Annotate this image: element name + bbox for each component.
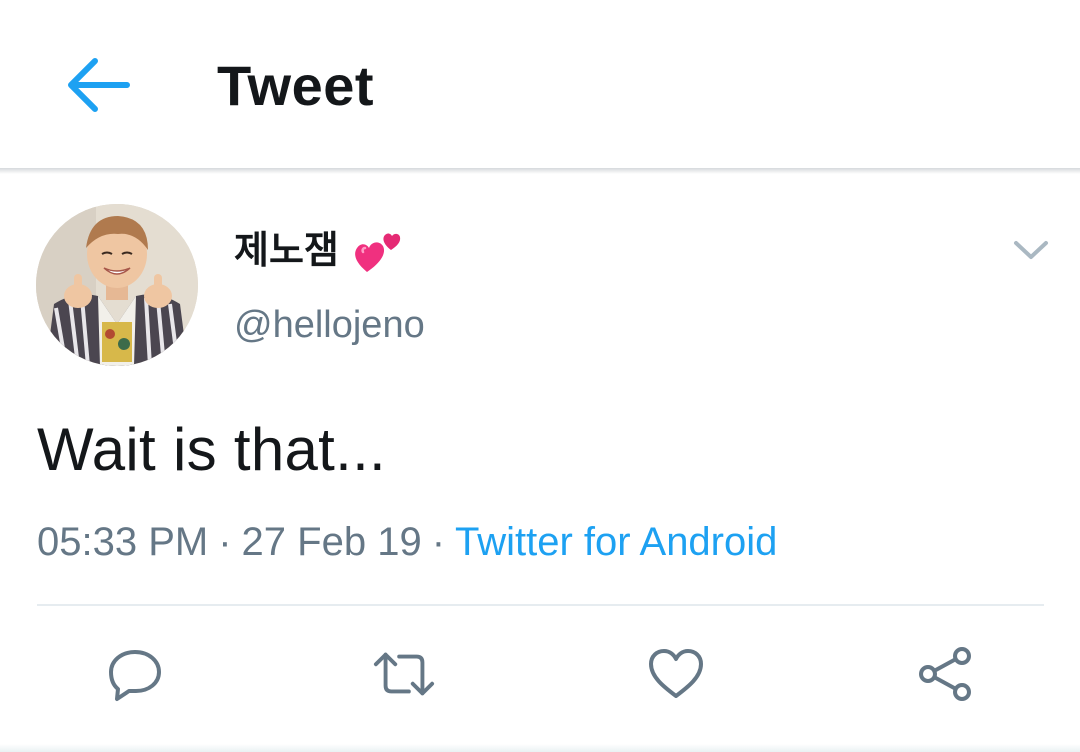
reply-icon [109,650,161,701]
author-name-text: 제노잼 [234,230,339,272]
meta-separator: · [431,520,446,564]
page-title: Tweet [217,54,375,117]
tweet-text: Wait is that... [37,416,387,483]
author-handle[interactable]: @hellojeno [234,302,425,348]
reply-button[interactable] [103,644,167,704]
tweet-detail-screen: Tweet 제노잼 @hellojeno Wait is that... 05:… [0,0,1080,752]
author-display-name[interactable]: 제노잼 [234,228,403,274]
back-button[interactable] [56,50,136,120]
tweet-time: 05:33 PM [37,520,209,564]
chevron-down-icon [1014,241,1048,259]
tweet-meta: 05:33 PM · 27 Feb 19 · Twitter for Android [37,518,777,566]
more-options-button[interactable] [1008,230,1054,270]
tweet-date: 27 Feb 19 [241,520,422,564]
two-hearts-emoji [355,233,401,272]
divider [37,604,1044,606]
tweet-source-link[interactable]: Twitter for Android [455,520,777,564]
avatar[interactable] [36,204,198,366]
bottom-edge [0,744,1080,752]
share-icon [919,647,971,701]
retweet-icon [373,652,435,696]
retweet-button[interactable] [372,644,436,704]
like-button[interactable] [644,644,708,704]
share-button[interactable] [914,644,978,704]
meta-separator: · [218,520,232,564]
arrow-left-icon [68,58,130,112]
like-icon [649,649,703,698]
app-bar-shadow [0,168,1080,174]
avatar-photo [36,204,198,366]
top-app-bar: Tweet [0,0,1080,168]
